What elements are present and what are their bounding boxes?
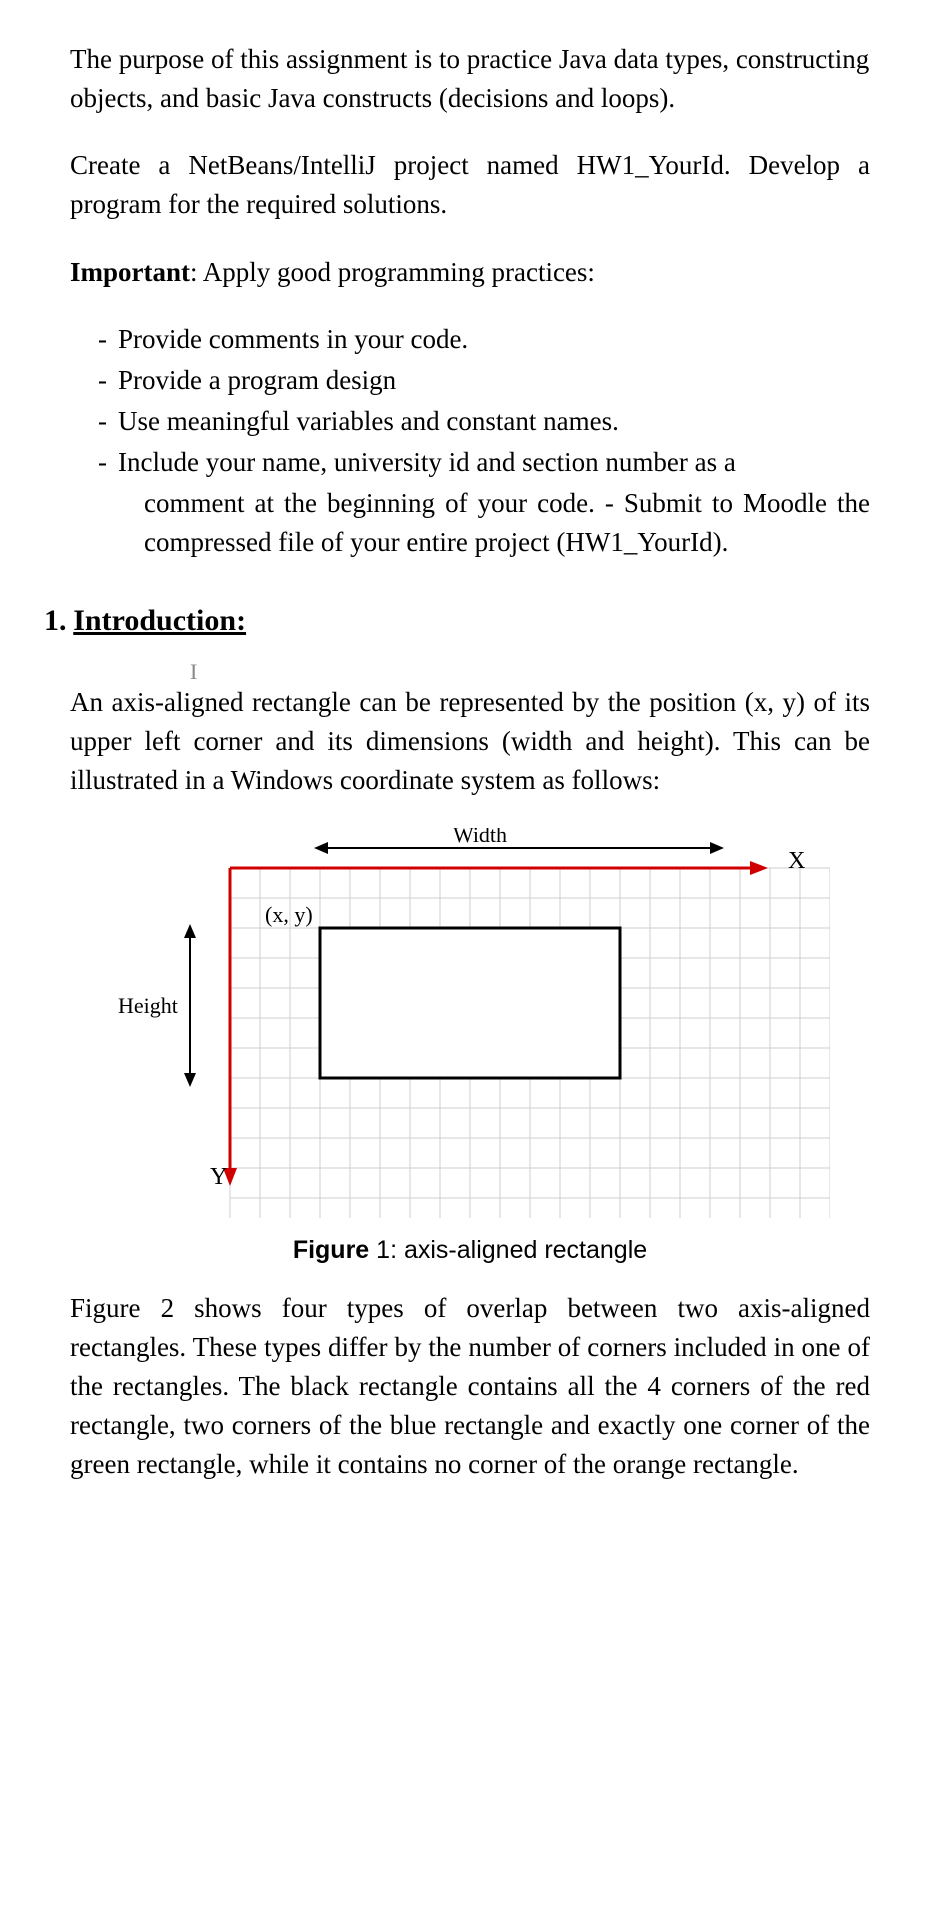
list-text: comment at the beginning of your code. -… <box>144 484 870 562</box>
dash-icon: - <box>98 361 118 400</box>
heading-title: Introduction: <box>73 604 246 637</box>
text-cursor-icon: I <box>190 666 870 677</box>
caption-prefix: Figure <box>293 1236 369 1264</box>
figure-caption: Figure 1: axis-aligned rectangle <box>293 1232 647 1268</box>
y-axis-label: Y <box>210 1164 227 1190</box>
list-text: Provide comments in your code. <box>118 320 870 359</box>
height-label: Height <box>118 993 178 1018</box>
list-item: - Provide a program design <box>98 361 870 400</box>
x-axis-label: X <box>788 848 805 874</box>
figure-1: Width X Y (x, y) Height Figure 1: axis-a… <box>70 828 870 1268</box>
list-item: - Include your name, university id and s… <box>98 443 870 482</box>
list-item: - Provide comments in your code. <box>98 320 870 359</box>
list-text: Provide a program design <box>118 361 870 400</box>
dash-icon: - <box>98 402 118 441</box>
introduction-paragraph: An axis-aligned rectangle can be represe… <box>70 683 870 800</box>
practices-list: - Provide comments in your code. - Provi… <box>98 320 870 563</box>
important-label: Important <box>70 257 190 287</box>
list-item-continuation: comment at the beginning of your code. -… <box>144 484 870 562</box>
xy-point-label: (x, y) <box>265 902 313 927</box>
caption-text: 1: axis-aligned rectangle <box>369 1236 647 1264</box>
width-label: Width <box>453 828 507 847</box>
list-text: Use meaningful variables and constant na… <box>118 402 870 441</box>
list-item: - Use meaningful variables and constant … <box>98 402 870 441</box>
heading-number: 1. <box>44 604 67 637</box>
important-rest: : Apply good programming practices: <box>190 257 595 287</box>
dash-icon: - <box>98 320 118 359</box>
closing-paragraph: Figure 2 shows four types of overlap bet… <box>70 1289 870 1485</box>
intro-paragraph-2: Create a NetBeans/IntelliJ project named… <box>70 146 870 224</box>
important-line: Important: Apply good programming practi… <box>70 253 870 292</box>
coordinate-diagram: Width X Y (x, y) Height <box>110 828 830 1218</box>
intro-paragraph-1: The purpose of this assignment is to pra… <box>70 40 870 118</box>
dash-icon: - <box>98 443 118 482</box>
list-text: Include your name, university id and sec… <box>118 443 870 482</box>
section-heading: 1. Introduction: <box>44 599 870 643</box>
